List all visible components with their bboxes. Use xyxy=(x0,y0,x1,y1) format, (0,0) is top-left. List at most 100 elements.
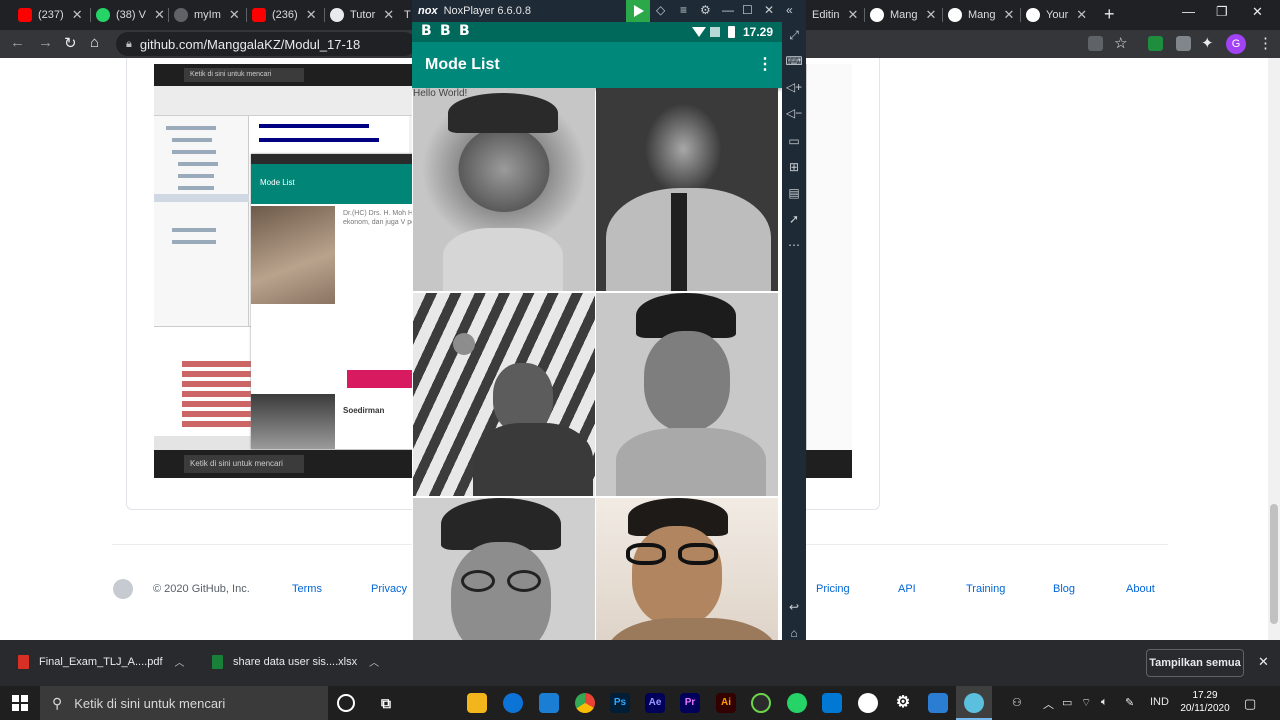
chevron-up-icon[interactable]: ︿ xyxy=(369,654,379,669)
footer-link-blog[interactable]: Blog xyxy=(1053,583,1075,595)
footer-link-privacy[interactable]: Privacy xyxy=(371,583,407,595)
after-effects-icon[interactable]: Ae xyxy=(645,693,665,713)
nox-collapse-icon[interactable]: « xyxy=(786,3,793,17)
home-icon[interactable]: ⌂ xyxy=(90,34,99,51)
chevron-up-icon[interactable]: ︿ xyxy=(175,654,185,669)
scrollbar-thumb[interactable] xyxy=(1270,504,1278,624)
close-tab-icon[interactable]: ✕ xyxy=(848,7,859,23)
download-item-xlsx[interactable]: share data user sis....xlsx ︿ xyxy=(212,654,379,669)
hero-grid-item[interactable] xyxy=(596,293,778,496)
taskbar-search-box[interactable]: ⚲ Ketik di sini untuk mencari xyxy=(40,686,328,720)
screenshot-icon[interactable]: ▤ xyxy=(782,186,806,200)
reload-icon[interactable]: ↻ xyxy=(64,34,77,52)
volume-up-icon[interactable]: ◁+ xyxy=(782,80,806,94)
keyboard-icon[interactable]: ⌨ xyxy=(782,54,806,68)
vscode-icon[interactable] xyxy=(822,693,842,713)
close-tab-icon[interactable]: ✕ xyxy=(306,7,317,23)
word-icon[interactable] xyxy=(928,693,948,713)
language-indicator[interactable]: IND xyxy=(1150,696,1169,708)
tab-myim[interactable]: myIm ✕ xyxy=(174,4,244,26)
nox-maximize-icon[interactable]: ☐ xyxy=(742,3,753,17)
windows-start-icon[interactable] xyxy=(12,695,28,711)
close-window-icon[interactable]: ✕ xyxy=(1252,4,1263,20)
close-tab-icon[interactable]: ✕ xyxy=(72,7,83,23)
nox-settings-icon[interactable]: ⚙ xyxy=(700,3,711,17)
nox-menu-icon[interactable]: ≡ xyxy=(680,3,687,17)
profile-avatar[interactable]: G xyxy=(1226,34,1246,54)
taskbar-clock[interactable]: 17.29 20/11/2020 xyxy=(1170,689,1240,715)
tab-github-3[interactable]: Your ✕ xyxy=(1026,4,1098,26)
tab-youtube-2[interactable]: (236) ✕ xyxy=(252,4,322,26)
close-shelf-icon[interactable]: ✕ xyxy=(1258,654,1269,670)
android-home-icon[interactable]: ⌂ xyxy=(782,626,806,640)
translate-icon[interactable] xyxy=(1088,36,1103,51)
tab-github-2[interactable]: Mang ✕ xyxy=(948,4,1018,26)
footer-link-about[interactable]: About xyxy=(1126,583,1155,595)
task-view-icon[interactable]: ⧉ xyxy=(376,693,396,713)
hero-grid-item[interactable] xyxy=(596,88,778,291)
download-item-pdf[interactable]: Final_Exam_TLJ_A....pdf ︿ xyxy=(18,654,185,669)
network-icon[interactable]: ⌔ xyxy=(1081,696,1091,710)
minimize-icon[interactable]: — xyxy=(1182,4,1195,19)
close-tab-icon[interactable]: ✕ xyxy=(1076,7,1087,23)
close-tab-icon[interactable]: ✕ xyxy=(1004,7,1015,23)
footer-link-training[interactable]: Training xyxy=(966,583,1005,595)
extension-icon-2[interactable] xyxy=(1176,36,1191,51)
people-icon[interactable]: ⚇ xyxy=(1012,696,1022,709)
tab-github-1[interactable]: Mang ✕ xyxy=(870,4,940,26)
more-icon[interactable]: ⋯ xyxy=(782,238,806,252)
forward-icon[interactable]: → xyxy=(38,34,53,51)
pen-icon[interactable]: ✎ xyxy=(1125,696,1134,709)
tab-partial[interactable]: T xyxy=(404,4,412,26)
chrome-icon[interactable] xyxy=(575,693,595,713)
nox-taskbar-item[interactable] xyxy=(956,686,992,720)
extension-icon[interactable] xyxy=(1148,36,1163,51)
close-tab-icon[interactable]: ✕ xyxy=(926,7,937,23)
footer-link-api[interactable]: API xyxy=(898,583,916,595)
back-icon[interactable]: ← xyxy=(10,34,25,51)
volume-icon[interactable]: 🔈︎ xyxy=(1101,696,1108,709)
rocket-icon[interactable]: ➚ xyxy=(782,212,806,226)
settings-icon[interactable]: ⚙ xyxy=(893,693,913,713)
overflow-menu-icon[interactable]: ⋮ xyxy=(757,54,773,74)
notifications-icon[interactable]: ▢ xyxy=(1244,696,1256,712)
mail-icon[interactable] xyxy=(539,693,559,713)
footer-link-pricing[interactable]: Pricing xyxy=(816,583,850,595)
footer-link-terms[interactable]: Terms xyxy=(292,583,322,595)
tab-tutorial[interactable]: Tutor ✕ xyxy=(330,4,400,26)
hero-grid-item[interactable] xyxy=(413,293,595,496)
volume-down-icon[interactable]: ◁− xyxy=(782,106,806,120)
tab-youtube-1[interactable]: (237) ✕ xyxy=(18,4,88,26)
maximize-icon[interactable]: ❐ xyxy=(1216,4,1228,20)
app-icon[interactable] xyxy=(751,693,771,713)
whatsapp-icon[interactable] xyxy=(787,693,807,713)
bookmark-star-icon[interactable]: ☆ xyxy=(1114,34,1127,52)
tab-editing[interactable]: Editin ✕ xyxy=(812,4,862,26)
app-icon-2[interactable] xyxy=(858,693,878,713)
add-apk-icon[interactable]: ⊞ xyxy=(782,160,806,174)
close-tab-icon[interactable]: ✕ xyxy=(154,7,165,23)
close-tab-icon[interactable]: ✕ xyxy=(229,7,240,23)
nox-multi-icon[interactable]: ◇ xyxy=(656,3,665,17)
chevron-up-icon[interactable]: ︿ xyxy=(1043,696,1054,712)
photoshop-icon[interactable]: Ps xyxy=(610,693,630,713)
hero-grid-item[interactable]: Hello World! xyxy=(413,88,595,291)
nox-play-icon[interactable] xyxy=(626,0,650,22)
premiere-icon[interactable]: Pr xyxy=(680,693,700,713)
fullscreen-icon[interactable]: ⤢ xyxy=(782,28,806,43)
file-explorer-icon[interactable] xyxy=(467,693,487,713)
tab-whatsapp[interactable]: (38) V ✕ xyxy=(96,4,166,26)
menu-icon[interactable]: ⋮ xyxy=(1258,34,1273,52)
address-bar[interactable]: 🔒︎ github.com/ManggalaKZ/Modul_17-18 xyxy=(116,32,416,56)
cortana-icon[interactable] xyxy=(337,694,355,712)
puzzle-icon[interactable]: ✦ xyxy=(1201,34,1214,52)
nox-close-icon[interactable]: ✕ xyxy=(764,3,774,17)
nox-minimize-icon[interactable]: — xyxy=(722,3,734,17)
close-tab-icon[interactable]: ✕ xyxy=(383,7,394,23)
android-back-icon[interactable]: ↩ xyxy=(782,600,806,614)
battery-tray-icon[interactable]: ▭ xyxy=(1062,696,1072,709)
edge-icon[interactable] xyxy=(503,693,523,713)
show-all-downloads-button[interactable]: Tampilkan semua xyxy=(1146,649,1244,677)
github-logo-icon[interactable] xyxy=(113,579,133,599)
new-tab-button[interactable]: + xyxy=(1104,4,1115,25)
